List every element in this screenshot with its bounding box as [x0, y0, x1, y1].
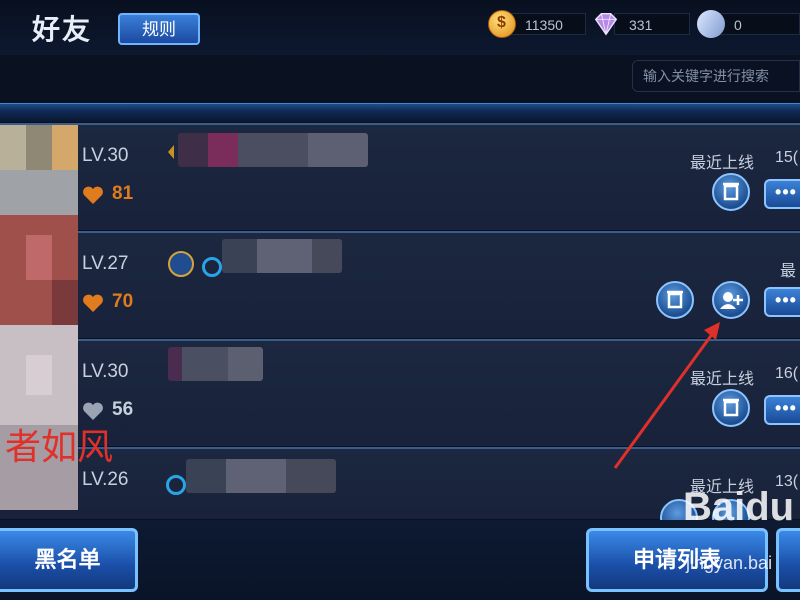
annotation-arrow [613, 322, 720, 469]
